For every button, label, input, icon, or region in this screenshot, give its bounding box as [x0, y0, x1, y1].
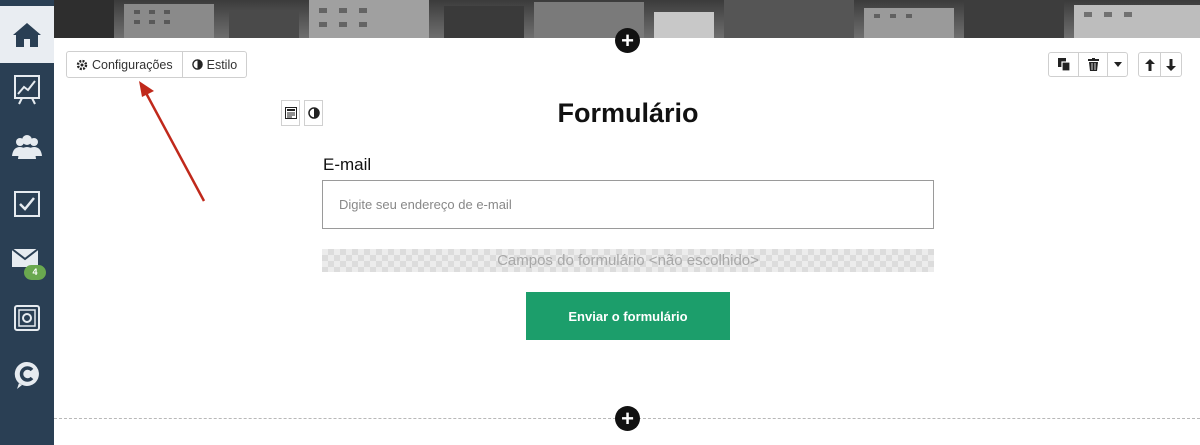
form-fields-placeholder[interactable]: Campos do formulário <não escolhido> — [322, 249, 934, 272]
more-dropdown-button[interactable] — [1107, 53, 1127, 76]
email-label: E-mail — [323, 155, 372, 174]
style-button[interactable]: Estilo — [181, 52, 247, 77]
checkbox-icon — [14, 190, 40, 217]
arrow-down-icon — [1166, 58, 1176, 71]
add-section-below-button[interactable]: + — [615, 406, 640, 431]
gear-icon — [76, 59, 88, 70]
copy-button[interactable] — [1049, 53, 1078, 76]
sidebar-item-email[interactable]: 4 — [0, 232, 54, 289]
arrow-up-icon — [1144, 58, 1155, 71]
move-actions — [1138, 52, 1182, 77]
home-icon — [13, 22, 41, 47]
email-field[interactable] — [322, 180, 934, 229]
block-actions — [1048, 52, 1128, 77]
sidebar-item-safe[interactable] — [0, 289, 54, 346]
settings-button[interactable]: Configurações — [67, 52, 182, 77]
delete-button[interactable] — [1078, 53, 1107, 76]
sidebar-item-home[interactable] — [0, 6, 54, 63]
chat-c-icon — [14, 361, 39, 389]
contrast-icon — [307, 107, 320, 119]
add-section-above-button[interactable]: + — [615, 28, 640, 53]
trash-icon — [1087, 58, 1099, 71]
sidebar: 4 — [0, 0, 54, 445]
chart-icon — [14, 74, 40, 104]
annotation-arrow — [139, 81, 206, 202]
submit-form-button[interactable]: Enviar o formulário — [526, 292, 730, 340]
sidebar-item-tasks[interactable] — [0, 175, 54, 232]
caret-down-icon — [1113, 62, 1122, 67]
sidebar-item-contacts[interactable] — [0, 118, 54, 175]
block-toolbar: Configurações Estilo — [66, 51, 248, 78]
move-down-button[interactable] — [1160, 53, 1181, 76]
form-icon — [284, 107, 297, 119]
users-icon — [12, 134, 42, 159]
form-style-button[interactable] — [304, 100, 323, 126]
form-settings-button[interactable] — [281, 100, 300, 126]
email-badge: 4 — [24, 265, 46, 280]
copy-icon — [1057, 58, 1070, 71]
safe-icon — [14, 304, 40, 331]
move-up-button[interactable] — [1139, 53, 1160, 76]
contrast-icon — [191, 59, 203, 70]
style-button-label: Estilo — [206, 57, 238, 72]
form-title: Formulário — [557, 98, 699, 128]
sidebar-item-reports[interactable] — [0, 61, 54, 118]
settings-button-label: Configurações — [92, 57, 173, 72]
sidebar-item-chat[interactable] — [0, 346, 54, 403]
